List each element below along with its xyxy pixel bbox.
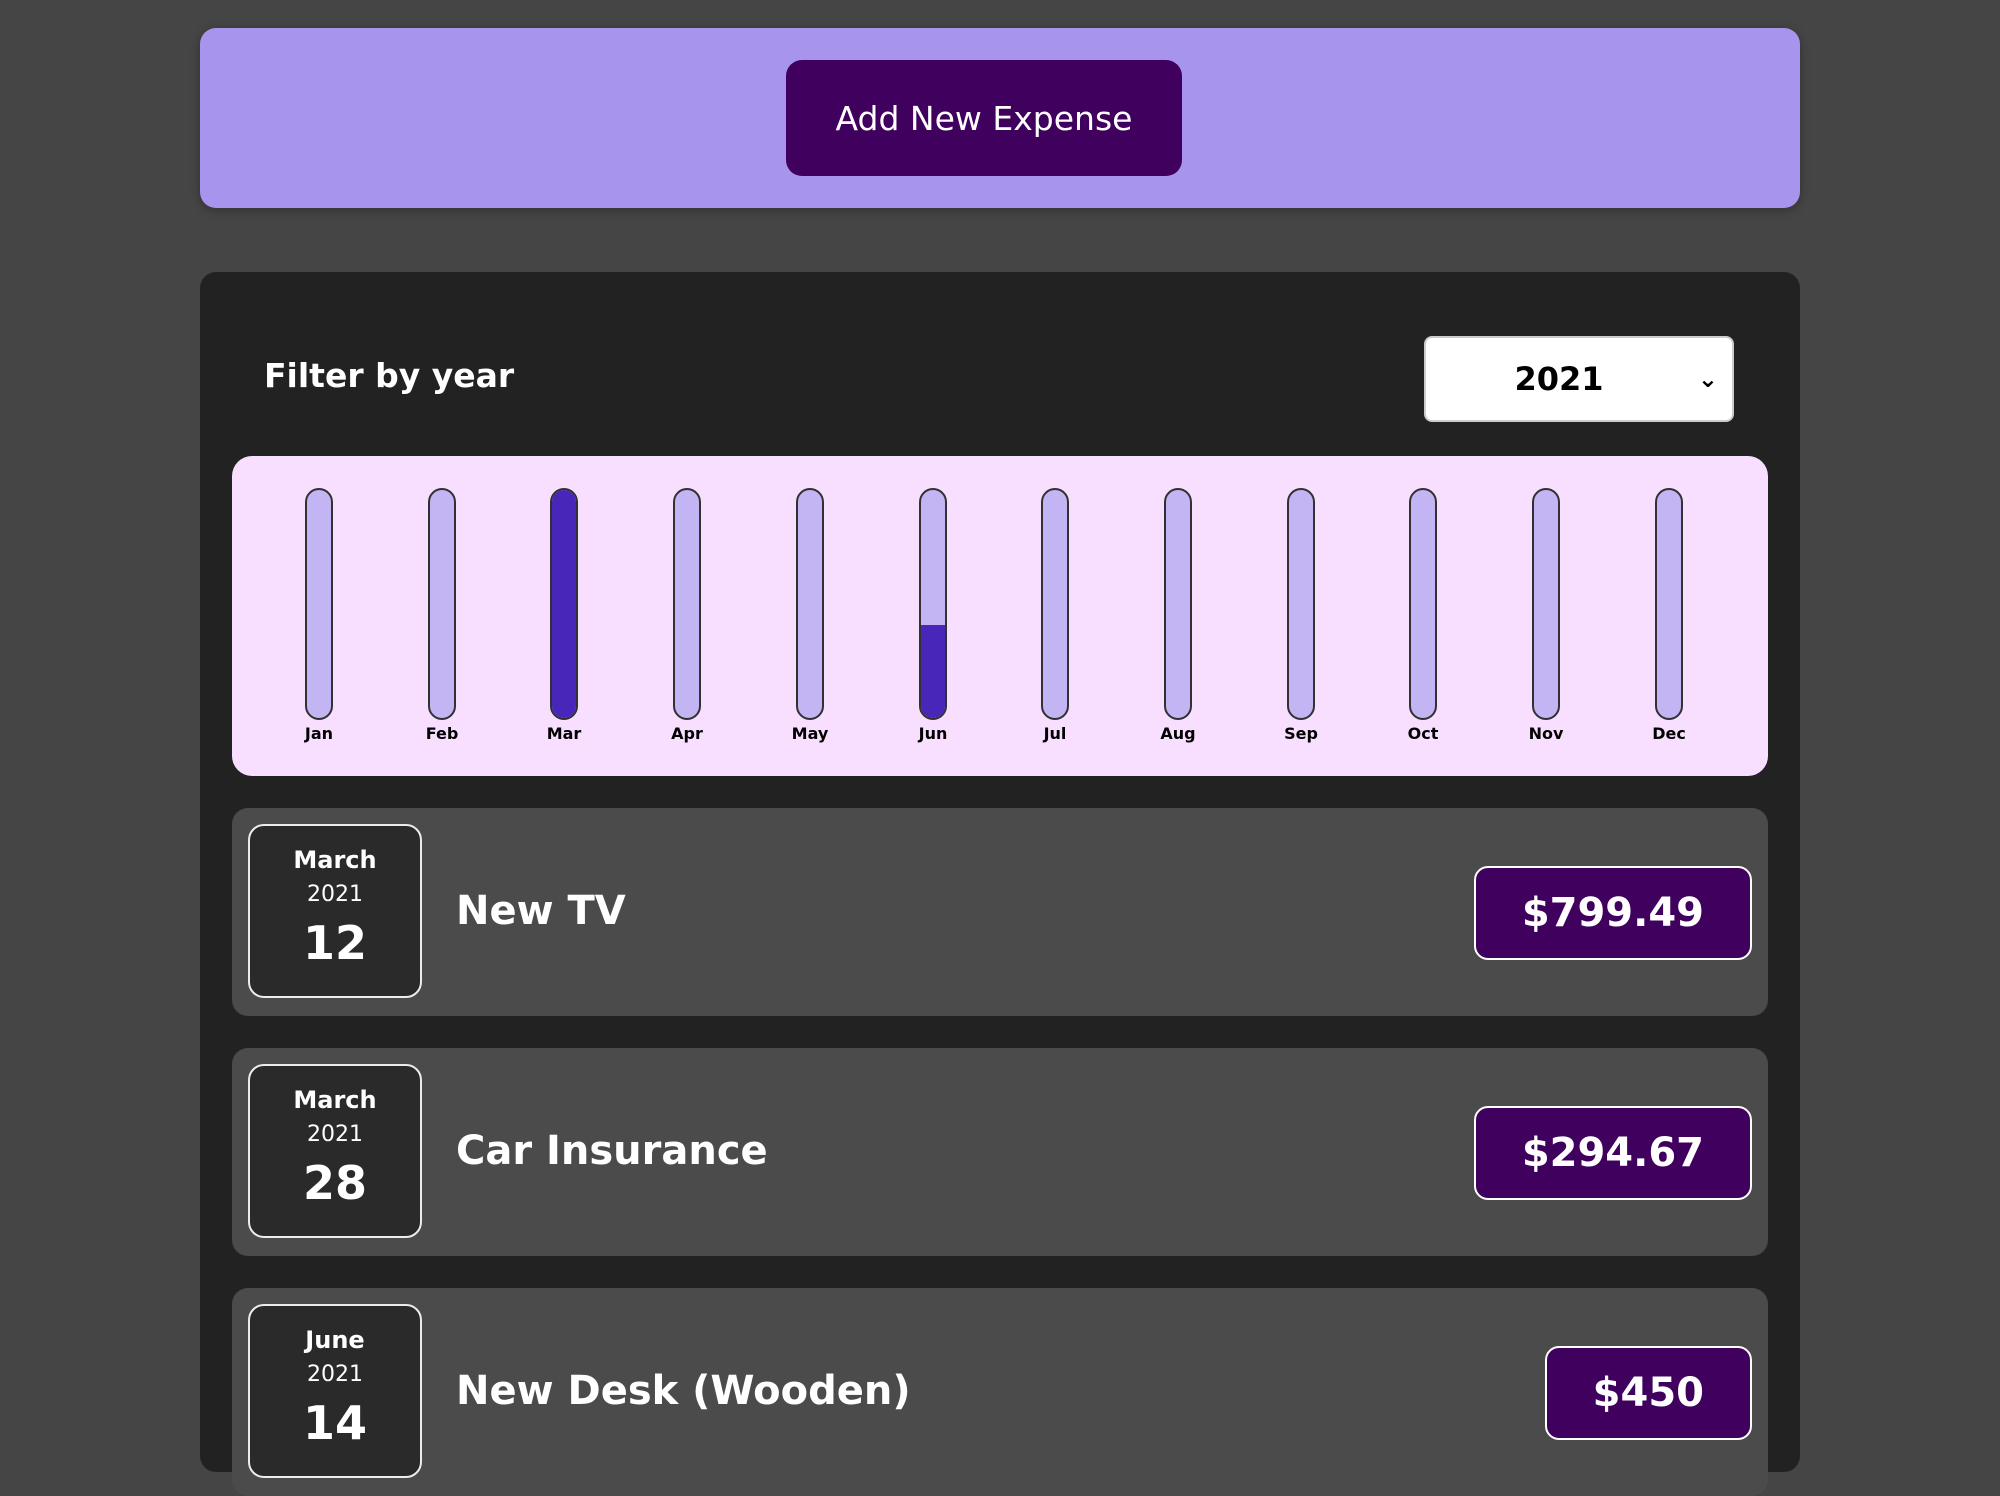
chart-bar-sep: Sep	[1255, 488, 1347, 748]
chart-bar-track	[796, 488, 824, 720]
expense-month: June	[305, 1326, 365, 1354]
expense-item[interactable]: March 2021 28 Car Insurance $294.67	[232, 1048, 1768, 1256]
chart-bar-label: Dec	[1652, 724, 1686, 743]
chart-bar-track	[1164, 488, 1192, 720]
expense-month: March	[293, 1086, 377, 1114]
chart-bar-jan: Jan	[273, 488, 365, 748]
chart-bar-label: Jan	[304, 724, 334, 743]
year-filter-select[interactable]: 2021 ⌄	[1424, 336, 1734, 422]
expense-year: 2021	[307, 1362, 363, 1387]
expenses-chart: Jan Feb Mar Apr May Jun Jul Aug Sep Oct Nov Dec	[232, 456, 1768, 776]
chart-bar-label: May	[791, 724, 829, 743]
expense-day: 28	[302, 1156, 367, 1210]
chart-bar-track	[1655, 488, 1683, 720]
chart-bar-label: Aug	[1160, 724, 1196, 743]
chart-bar-label: Sep	[1284, 724, 1318, 743]
expense-date: March 2021 28	[248, 1064, 422, 1238]
expenses-panel: Filter by year 2021 ⌄ Jan Feb Mar Apr May Jun…	[200, 272, 1800, 1496]
chart-bar-label: Mar	[546, 724, 582, 743]
expense-day: 12	[302, 916, 367, 970]
expense-amount: $799.49	[1473, 866, 1752, 960]
expense-title: New Desk (Wooden)	[456, 1368, 911, 1414]
chart-bar-track	[305, 488, 333, 720]
add-new-expense-button[interactable]: Add New Expense	[786, 60, 1182, 176]
chart-bar-may: May	[764, 488, 856, 748]
chart-bar-nov: Nov	[1500, 488, 1592, 748]
expense-date: June 2021 14	[248, 1304, 422, 1478]
chart-bar-label: Oct	[1407, 724, 1439, 743]
chart-bar-jul: Jul	[1009, 488, 1101, 748]
chart-bar-track	[1287, 488, 1315, 720]
chart-bar-dec: Dec	[1623, 488, 1715, 748]
chart-bar-label: Nov	[1528, 724, 1564, 743]
chart-bar-aug: Aug	[1132, 488, 1224, 748]
chart-bar-label: Jun	[918, 724, 948, 743]
chart-bar-label: Jul	[1043, 724, 1067, 743]
chart-bar-oct: Oct	[1377, 488, 1469, 748]
expense-year: 2021	[307, 882, 363, 907]
chart-bar-label: Apr	[671, 724, 703, 743]
chart-bar-track	[1532, 488, 1560, 720]
expense-amount: $294.67	[1473, 1106, 1752, 1200]
filter-label: Filter by year	[264, 356, 515, 395]
expense-date: March 2021 12	[248, 824, 422, 998]
chart-bar-track	[1409, 488, 1437, 720]
chart-bar-fill	[921, 624, 945, 718]
chart-bar-mar: Mar	[518, 488, 610, 748]
expense-day: 14	[302, 1396, 367, 1450]
chart-bar-track	[673, 488, 701, 720]
expense-month: March	[293, 846, 377, 874]
chevron-down-icon: ⌄	[1697, 365, 1718, 393]
expense-item[interactable]: March 2021 12 New TV $799.49	[232, 808, 1768, 1016]
expense-year: 2021	[307, 1122, 363, 1147]
chart-bar-fill	[552, 490, 576, 718]
year-filter-value: 2021	[1514, 360, 1604, 398]
chart-bar-jun: Jun	[887, 488, 979, 748]
expense-amount: $450	[1544, 1346, 1752, 1440]
chart-bar-track	[919, 488, 947, 720]
expense-item[interactable]: June 2021 14 New Desk (Wooden) $450	[232, 1288, 1768, 1496]
new-expense-panel: Add New Expense	[200, 28, 1800, 208]
chart-bar-track	[1041, 488, 1069, 720]
expense-title: Car Insurance	[456, 1128, 768, 1174]
chart-bar-label: Feb	[425, 724, 459, 743]
chart-bar-track	[428, 488, 456, 720]
expense-title: New TV	[456, 888, 626, 934]
chart-bar-apr: Apr	[641, 488, 733, 748]
chart-bar-feb: Feb	[396, 488, 488, 748]
chart-bar-track	[550, 488, 578, 720]
